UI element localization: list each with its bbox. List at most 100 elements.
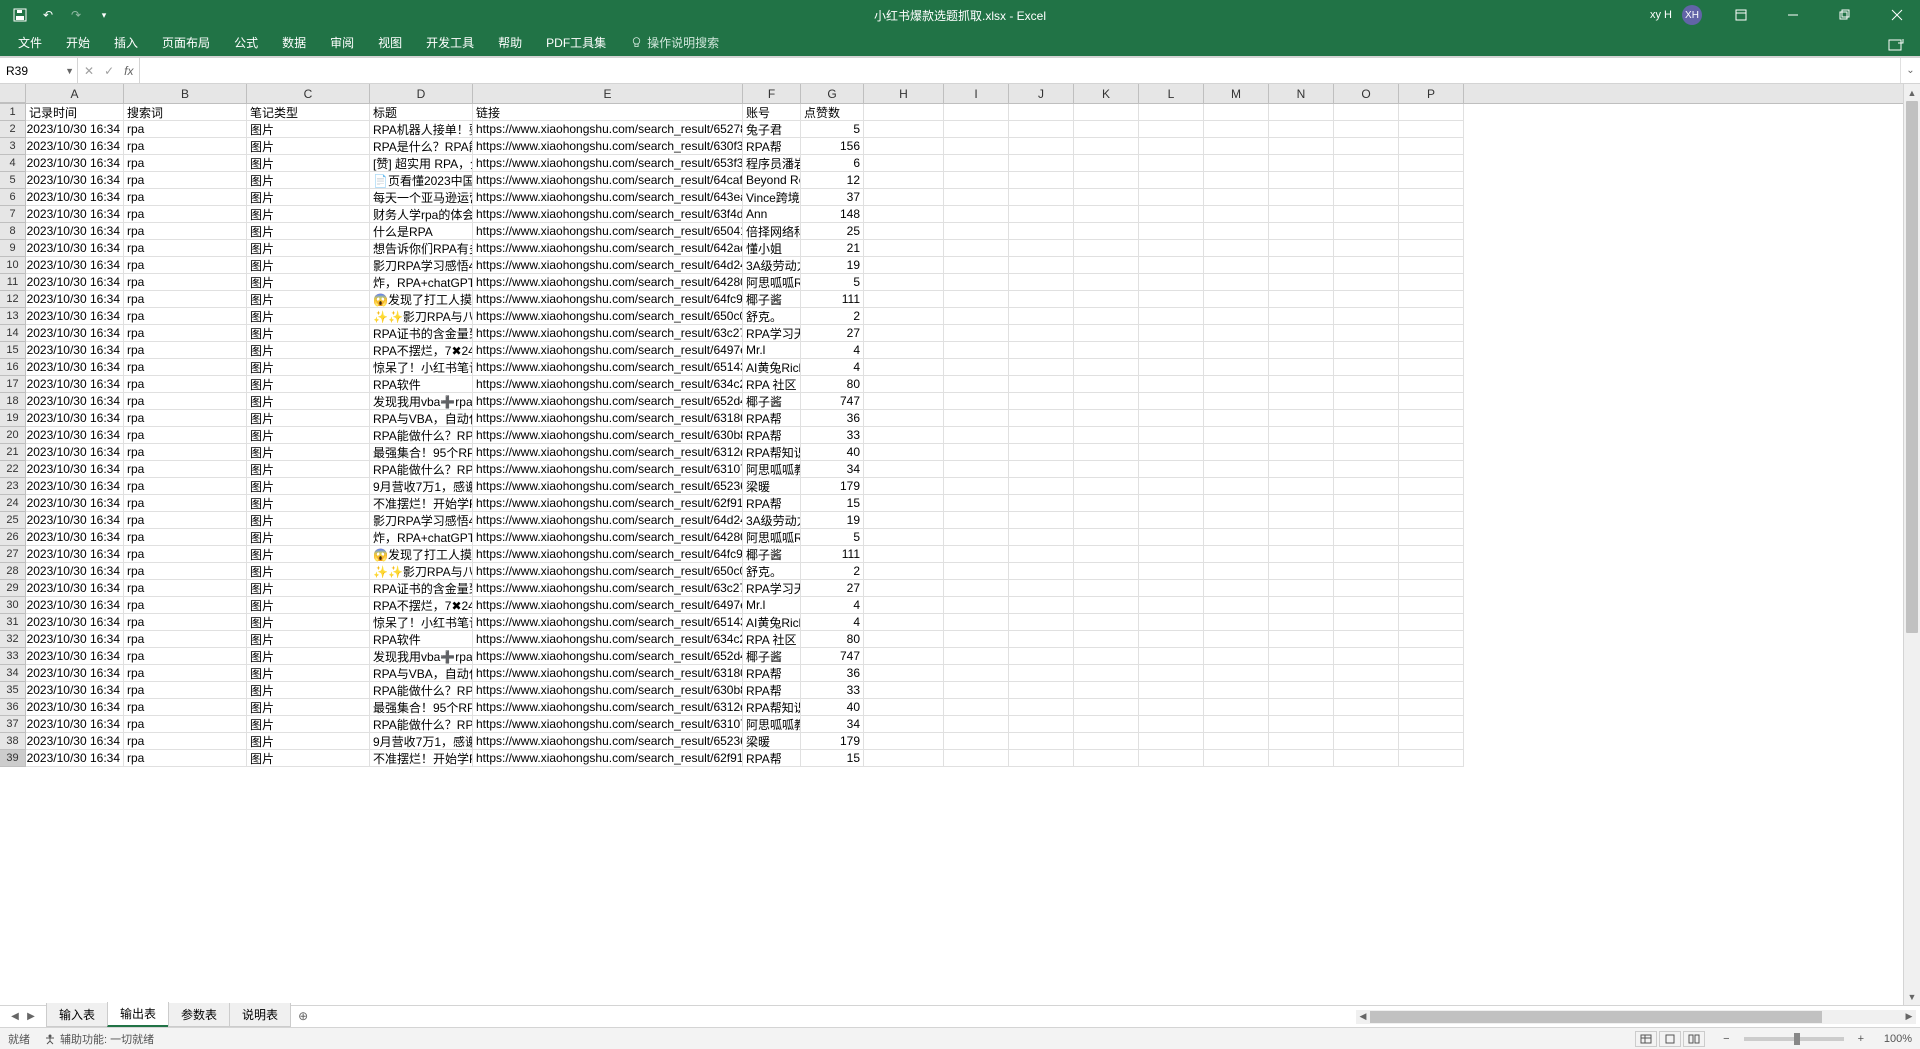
cell[interactable]	[1204, 376, 1269, 393]
ribbon-tab-10[interactable]: PDF工具集	[534, 29, 618, 56]
cell[interactable]	[944, 512, 1009, 529]
cell[interactable]: 2023/10/30 16:34	[26, 716, 124, 733]
cell[interactable]	[1399, 529, 1464, 546]
select-all-corner[interactable]	[0, 84, 26, 103]
user-avatar[interactable]: XH	[1682, 5, 1702, 25]
cell[interactable]	[864, 682, 944, 699]
cell[interactable]	[1204, 631, 1269, 648]
cell[interactable]: 15	[801, 750, 864, 767]
cell[interactable]: rpa	[124, 682, 247, 699]
cell[interactable]	[1204, 580, 1269, 597]
cell[interactable]	[1269, 274, 1334, 291]
cell[interactable]: 2023/10/30 16:34	[26, 427, 124, 444]
cell[interactable]	[1139, 274, 1204, 291]
cell[interactable]	[1204, 665, 1269, 682]
cell[interactable]: 图片	[247, 121, 370, 138]
name-box[interactable]: R39 ▼	[0, 58, 78, 83]
cell[interactable]	[1399, 682, 1464, 699]
row-header[interactable]: 26	[0, 529, 26, 546]
cell[interactable]	[1399, 308, 1464, 325]
cell[interactable]	[1139, 121, 1204, 138]
cell[interactable]	[1334, 495, 1399, 512]
cell[interactable]: [赞] 超实用 RPA，全	[370, 155, 473, 172]
cell[interactable]	[1334, 597, 1399, 614]
cell[interactable]	[1399, 597, 1464, 614]
cell[interactable]	[1009, 308, 1074, 325]
ribbon-tab-0[interactable]: 文件	[6, 29, 54, 56]
cell[interactable]	[1269, 172, 1334, 189]
cell[interactable]: https://www.xiaohongshu.com/search_resul…	[473, 580, 743, 597]
cell[interactable]	[864, 631, 944, 648]
cell[interactable]: https://www.xiaohongshu.com/search_resul…	[473, 325, 743, 342]
cell[interactable]	[1074, 580, 1139, 597]
sheet-nav-prev[interactable]: ◀	[8, 1011, 22, 1022]
cell[interactable]	[1334, 665, 1399, 682]
cell[interactable]	[1204, 546, 1269, 563]
cell[interactable]	[1009, 478, 1074, 495]
cell[interactable]: 图片	[247, 699, 370, 716]
cell[interactable]: 40	[801, 699, 864, 716]
cell[interactable]	[1269, 512, 1334, 529]
cell[interactable]: https://www.xiaohongshu.com/search_resul…	[473, 291, 743, 308]
cell[interactable]	[864, 529, 944, 546]
cell[interactable]	[1399, 206, 1464, 223]
cell[interactable]	[1204, 461, 1269, 478]
cell[interactable]: 点赞数	[801, 104, 864, 121]
cell[interactable]	[944, 189, 1009, 206]
cell[interactable]: 记录时间	[26, 104, 124, 121]
cell[interactable]: 27	[801, 325, 864, 342]
cell[interactable]: 33	[801, 682, 864, 699]
cell[interactable]	[1009, 155, 1074, 172]
cell[interactable]	[1334, 223, 1399, 240]
cell[interactable]: 图片	[247, 495, 370, 512]
cell[interactable]: rpa	[124, 308, 247, 325]
cell[interactable]	[1139, 529, 1204, 546]
cell[interactable]	[1334, 342, 1399, 359]
cell[interactable]	[1204, 291, 1269, 308]
cell[interactable]: 😱发现了打工人摸	[370, 546, 473, 563]
save-button[interactable]	[8, 3, 32, 27]
cell[interactable]	[1269, 478, 1334, 495]
cell[interactable]	[1204, 716, 1269, 733]
cell[interactable]	[1334, 699, 1399, 716]
cell[interactable]	[1399, 291, 1464, 308]
cell[interactable]	[1009, 750, 1074, 767]
cell[interactable]	[1334, 648, 1399, 665]
cell[interactable]	[1139, 563, 1204, 580]
cell[interactable]	[1399, 427, 1464, 444]
scroll-down-button[interactable]: ▼	[1904, 988, 1920, 1005]
cell[interactable]	[864, 121, 944, 138]
cell[interactable]	[944, 461, 1009, 478]
cell[interactable]	[944, 308, 1009, 325]
cell[interactable]	[1269, 597, 1334, 614]
cell[interactable]	[1204, 614, 1269, 631]
cell[interactable]	[1204, 121, 1269, 138]
cell[interactable]	[864, 155, 944, 172]
cell[interactable]	[1269, 257, 1334, 274]
cell[interactable]	[864, 359, 944, 376]
cell[interactable]	[1074, 308, 1139, 325]
cell[interactable]: 2023/10/30 16:34	[26, 291, 124, 308]
cell[interactable]: rpa	[124, 716, 247, 733]
cell[interactable]	[1074, 172, 1139, 189]
cell[interactable]	[944, 716, 1009, 733]
cell[interactable]	[944, 733, 1009, 750]
cell[interactable]: 2023/10/30 16:34	[26, 342, 124, 359]
cell[interactable]	[1139, 546, 1204, 563]
zoom-out-button[interactable]: −	[1719, 1033, 1733, 1045]
cell[interactable]: 2023/10/30 16:34	[26, 240, 124, 257]
cell[interactable]: rpa	[124, 240, 247, 257]
cell[interactable]	[864, 325, 944, 342]
cell[interactable]	[1204, 478, 1269, 495]
cell[interactable]	[1334, 393, 1399, 410]
cell[interactable]: 程序员潘岩	[743, 155, 801, 172]
cell[interactable]	[1074, 495, 1139, 512]
cell[interactable]	[944, 529, 1009, 546]
cell[interactable]: rpa	[124, 376, 247, 393]
cell[interactable]	[1269, 155, 1334, 172]
column-header-P[interactable]: P	[1399, 84, 1464, 103]
cell[interactable]	[1139, 325, 1204, 342]
cell[interactable]: https://www.xiaohongshu.com/search_resul…	[473, 614, 743, 631]
cell[interactable]: https://www.xiaohongshu.com/search_resul…	[473, 461, 743, 478]
column-header-L[interactable]: L	[1139, 84, 1204, 103]
